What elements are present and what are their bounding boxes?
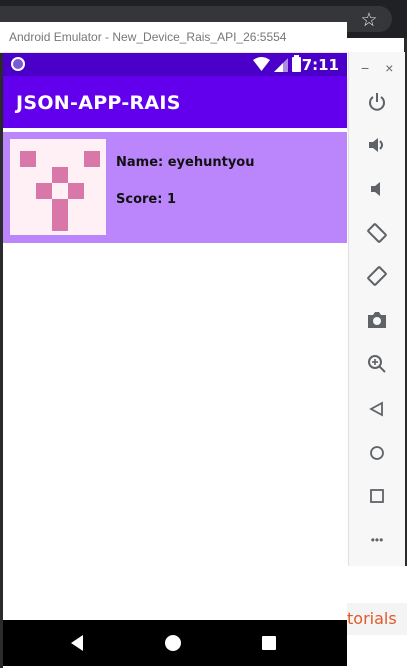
rotate-right-button[interactable] — [365, 264, 389, 288]
rotate-left-icon — [367, 223, 387, 243]
zoom-icon — [368, 355, 386, 373]
background-tutorials-link[interactable]: torials — [347, 609, 397, 628]
home-circle-icon — [165, 635, 181, 651]
status-time: 7:11 — [301, 56, 339, 74]
nav-recents-button[interactable] — [239, 620, 299, 666]
power-icon — [369, 93, 385, 111]
zoom-button[interactable] — [365, 352, 389, 376]
list-item-name: Name: eyehuntyou — [116, 155, 255, 170]
close-button[interactable]: × — [385, 60, 393, 76]
notification-icon — [11, 57, 25, 71]
screenshot-button[interactable] — [365, 308, 389, 332]
back-button[interactable] — [365, 397, 389, 421]
home-button[interactable] — [365, 441, 389, 465]
signal-icon — [274, 57, 288, 72]
volume-up-icon — [369, 138, 383, 152]
camera-icon — [368, 312, 386, 328]
list-item-score: Score: 1 — [116, 192, 176, 207]
app-content: Name: eyehuntyou Score: 1 — [3, 128, 347, 620]
android-status-bar: 7:11 — [3, 53, 347, 76]
battery-icon — [292, 55, 301, 72]
overview-icon — [370, 489, 384, 503]
status-icons — [253, 55, 301, 72]
volume-up-button[interactable] — [365, 133, 389, 157]
android-nav-bar — [3, 620, 347, 666]
window-controls: − × — [361, 60, 393, 76]
emulator-title-bar: Android Emulator - New_Device_Rais_API_2… — [0, 22, 347, 53]
volume-down-icon — [371, 182, 380, 196]
app-title: JSON-APP-RAIS — [16, 92, 181, 114]
power-button[interactable] — [365, 90, 389, 114]
wifi-icon — [253, 57, 270, 71]
home-icon — [370, 446, 384, 460]
nav-back-button[interactable] — [47, 620, 107, 666]
identicon-avatar — [10, 139, 106, 235]
more-button[interactable]: ••• — [365, 528, 389, 552]
rotate-right-icon — [367, 266, 387, 286]
bookmark-star-icon[interactable]: ☆ — [357, 8, 381, 32]
volume-down-button[interactable] — [365, 177, 389, 201]
rotate-left-button[interactable] — [365, 221, 389, 245]
recents-square-icon — [262, 636, 276, 650]
minimize-button[interactable]: − — [361, 60, 369, 76]
emulator-title: Android Emulator - New_Device_Rais_API_2… — [9, 30, 287, 44]
back-icon — [369, 401, 383, 417]
back-triangle-icon — [71, 635, 83, 651]
emulator-side-toolbar: − × ••• — [348, 52, 405, 566]
identicon-image — [20, 151, 100, 231]
app-bar: JSON-APP-RAIS — [3, 76, 347, 128]
nav-home-button[interactable] — [143, 620, 203, 666]
list-item[interactable]: Name: eyehuntyou Score: 1 — [3, 132, 347, 243]
overview-button[interactable] — [365, 484, 389, 508]
